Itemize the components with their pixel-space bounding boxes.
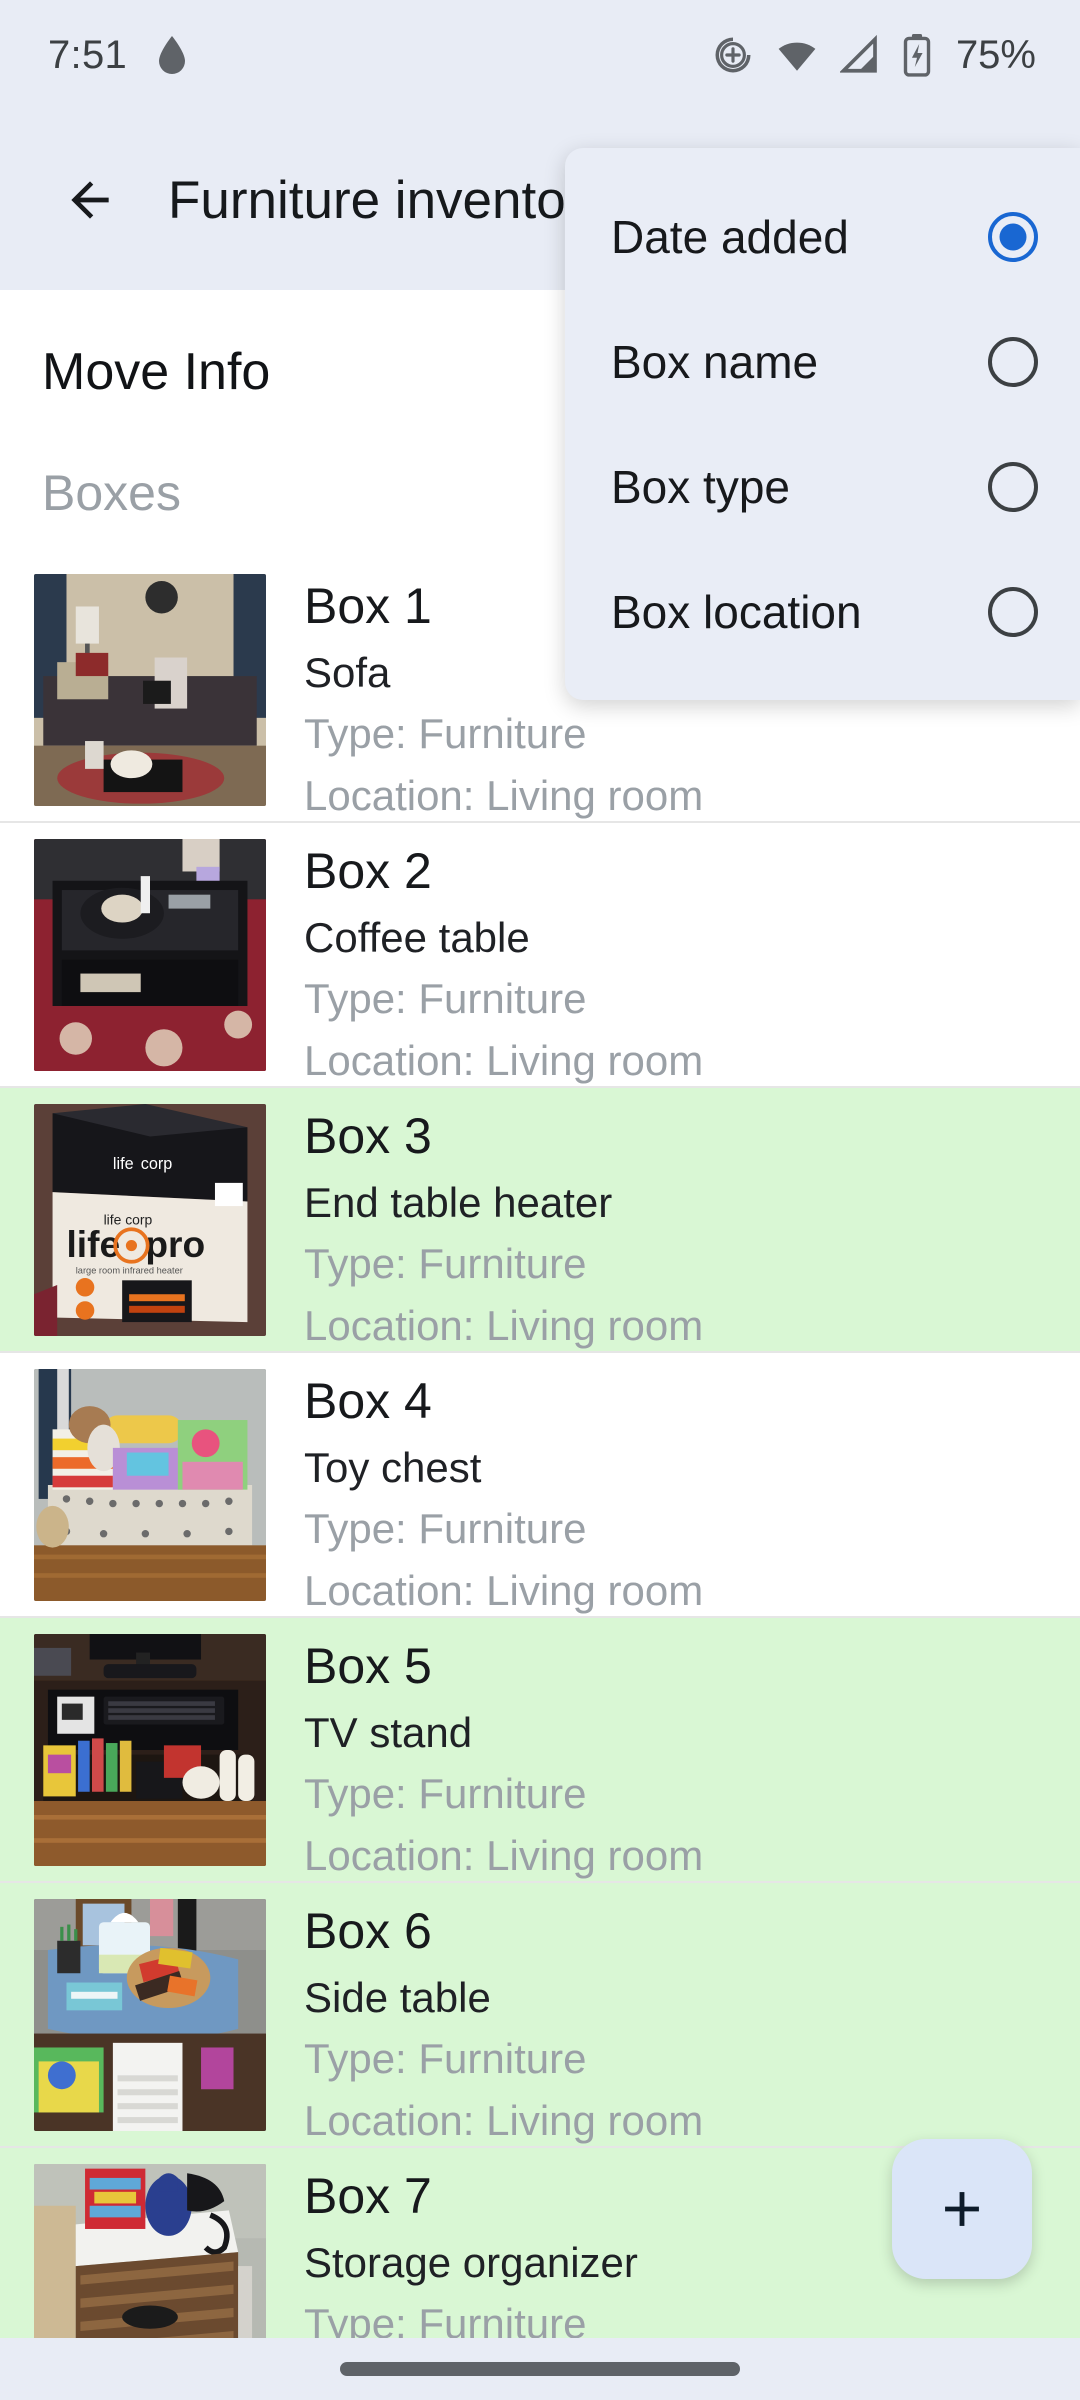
box-type: Type: Furniture <box>304 2035 587 2083</box>
box-details: Box 2 Coffee table Type: Furniture Location… <box>304 823 704 1086</box>
box-list-item[interactable]: Box 4 Toy chest Type: Furniture Location: L… <box>0 1353 1080 1618</box>
box-photo-thumbnail: life corp life corp life pro large room infra… <box>34 1104 266 1336</box>
sort-menu-item[interactable]: Date added <box>565 174 1080 299</box>
svg-text:pro: pro <box>145 1223 205 1265</box>
box-details: Box 5 TV stand Type: Furniture Location: Li… <box>304 1618 704 1881</box>
box-location: Location: Living room <box>304 771 704 819</box>
box-list-item[interactable]: Box 5 TV stand Type: Furniture Location: Li… <box>0 1618 1080 1883</box>
page-title: Furniture inventory <box>168 170 610 230</box>
box-photo-thumbnail <box>34 2164 266 2338</box>
box-list-item[interactable]: Box 2 Coffee table Type: Furniture Location… <box>0 823 1080 1088</box>
box-photo-thumbnail <box>34 1634 266 1866</box>
status-time: 7:51 <box>48 32 128 77</box>
box-title: Box 2 <box>304 843 432 899</box>
water-drop-icon <box>155 34 189 76</box>
box-details: Box 3 End table heater Type: Furniture Loca… <box>304 1088 704 1351</box>
add-box-fab[interactable] <box>892 2139 1032 2279</box>
box-item-name: End table heater <box>304 1179 613 1226</box>
box-list: Box 1 Sofa Type: Furniture Location: Living… <box>0 558 1080 2338</box>
box-list-item[interactable]: life corp life corp life pro large room infra… <box>0 1088 1080 1353</box>
cellular-signal-icon <box>839 34 882 76</box>
box-type: Type: Furniture <box>304 1505 587 1553</box>
box-item-name: TV stand <box>304 1709 473 1756</box>
svg-text:large room infrared heater: large room infrared heater <box>76 1265 183 1275</box>
box-photo-thumbnail <box>34 1369 266 1601</box>
svg-text:corp: corp <box>141 1155 173 1173</box>
box-title: Box 6 <box>304 1903 432 1959</box>
radio-selected-icon[interactable] <box>988 211 1038 262</box>
box-type: Type: Furniture <box>304 1770 587 1818</box>
system-navigation-bar <box>0 2338 1080 2400</box>
status-icons: 75% <box>712 33 1036 78</box>
box-location: Location: Living room <box>304 1301 704 1349</box>
box-photo-thumbnail <box>34 839 266 1071</box>
box-type: Type: Furniture <box>304 1240 587 1288</box>
box-list-item[interactable]: Box 6 Side table Type: Furniture Location: … <box>0 1883 1080 2148</box>
battery-charging-icon <box>902 33 932 77</box>
svg-text:life: life <box>66 1223 120 1265</box>
sort-menu-item-label: Box location <box>611 585 862 638</box>
sort-menu: Date added Box name Box type Box location <box>565 148 1080 700</box>
box-type: Type: Furniture <box>304 2300 587 2338</box>
box-title: Box 5 <box>304 1638 432 1694</box>
box-photo-thumbnail <box>34 574 266 806</box>
svg-text:life: life <box>113 1155 134 1173</box>
box-item-name: Toy chest <box>304 1444 482 1491</box>
screen-root: 7:51 75% Furniture inventory Move Info B… <box>0 0 1080 2400</box>
box-photo-thumbnail <box>34 1899 266 2131</box>
box-details: Box 6 Side table Type: Furniture Location: … <box>304 1883 704 2146</box>
box-details: Box 4 Toy chest Type: Furniture Location: L… <box>304 1353 704 1616</box>
box-title: Box 4 <box>304 1373 432 1429</box>
sort-menu-item[interactable]: Box name <box>565 299 1080 424</box>
sort-menu-item-label: Box type <box>611 460 790 513</box>
box-title: Box 7 <box>304 2168 432 2224</box>
box-location: Location: Living room <box>304 1831 704 1879</box>
circle-plus-icon <box>712 34 754 76</box>
box-location: Location: Living room <box>304 1036 704 1084</box>
radio-unselected-icon[interactable] <box>988 461 1038 512</box>
box-type: Type: Furniture <box>304 975 587 1023</box>
box-item-name: Coffee table <box>304 914 530 961</box>
box-title: Box 3 <box>304 1108 432 1164</box>
sort-menu-item[interactable]: Box type <box>565 424 1080 549</box>
box-details: Box 7Storage organizerType: FurnitureLoc… <box>304 2148 703 2338</box>
battery-percentage: 75% <box>955 32 1036 77</box>
status-bar: 7:51 75% <box>0 0 1080 110</box>
box-item-name: Side table <box>304 1974 491 2021</box>
box-item-name: Storage organizer <box>304 2239 638 2286</box>
plus-icon <box>945 2192 979 2226</box>
radio-unselected-icon[interactable] <box>988 586 1038 637</box>
radio-unselected-icon[interactable] <box>988 336 1038 387</box>
back-arrow-icon[interactable] <box>48 158 132 242</box>
box-type: Type: Furniture <box>304 710 587 758</box>
wifi-icon <box>774 34 820 76</box>
sort-menu-item-label: Box name <box>611 335 819 388</box>
box-location: Location: Living room <box>304 1566 704 1614</box>
sort-menu-item[interactable]: Box location <box>565 549 1080 674</box>
home-handle[interactable] <box>340 2362 740 2376</box>
box-location: Location: Living room <box>304 2096 704 2144</box>
sort-menu-item-label: Date added <box>611 210 849 263</box>
